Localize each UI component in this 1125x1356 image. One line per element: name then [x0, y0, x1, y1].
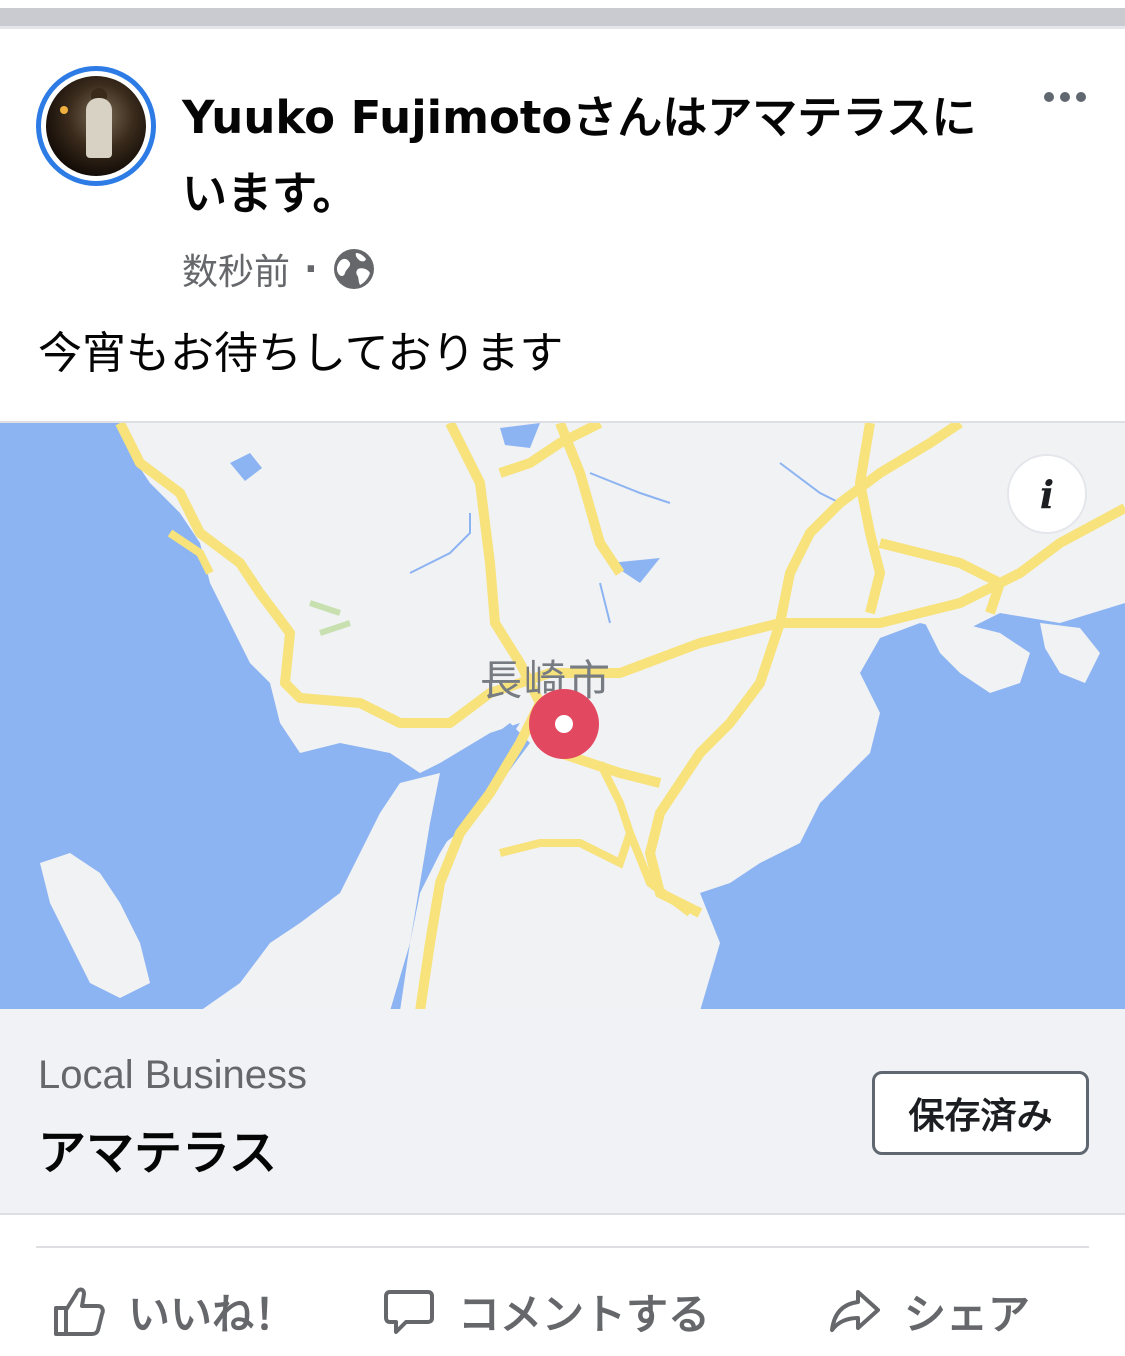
map-info-button[interactable]: i — [1007, 454, 1087, 534]
more-dot — [1060, 92, 1070, 102]
like-label: いいね！ — [128, 1289, 297, 1339]
share-label: シェア — [904, 1289, 1031, 1339]
top-separator-edge — [0, 26, 1125, 29]
share-button[interactable]: シェア — [828, 1276, 1030, 1346]
share-icon — [830, 1290, 880, 1332]
business-card[interactable]: Local Business アマテラス 保存済み — [0, 1009, 1125, 1215]
like-button[interactable]: いいね！ — [52, 1276, 296, 1346]
business-name[interactable]: アマテラス — [38, 1113, 277, 1183]
meta-separator: · — [304, 248, 318, 290]
avatar-photo — [46, 76, 146, 176]
top-separator — [0, 0, 1125, 30]
saved-button[interactable]: 保存済み — [872, 1071, 1089, 1155]
post-meta: 数秒前 · — [182, 240, 376, 298]
stage-light — [60, 106, 68, 114]
post-timestamp[interactable]: 数秒前 — [182, 243, 290, 295]
comment-icon — [384, 1290, 434, 1334]
post-title[interactable]: Yuuko Fujimotoさんはアマテラスにいます。 — [182, 80, 1002, 232]
comment-label: コメントする — [458, 1289, 711, 1339]
more-options-icon[interactable] — [1035, 80, 1095, 114]
location-pin[interactable] — [529, 689, 599, 759]
author-avatar[interactable] — [36, 66, 156, 186]
business-category: Local Business — [38, 1053, 308, 1097]
post-text: 今宵もお待ちしております — [38, 328, 564, 379]
more-dot — [1076, 92, 1086, 102]
post-actions: いいね！ コメントする シェア — [0, 1262, 1125, 1356]
thumbs-up-icon — [54, 1287, 105, 1336]
globe-icon[interactable] — [332, 247, 376, 291]
comment-button[interactable]: コメントする — [382, 1276, 710, 1346]
top-separator-stripe — [0, 8, 1125, 26]
more-dot — [1044, 92, 1054, 102]
action-divider — [36, 1246, 1089, 1248]
performer-figure — [86, 98, 112, 158]
map-view[interactable]: 長崎市 i — [0, 421, 1125, 1009]
